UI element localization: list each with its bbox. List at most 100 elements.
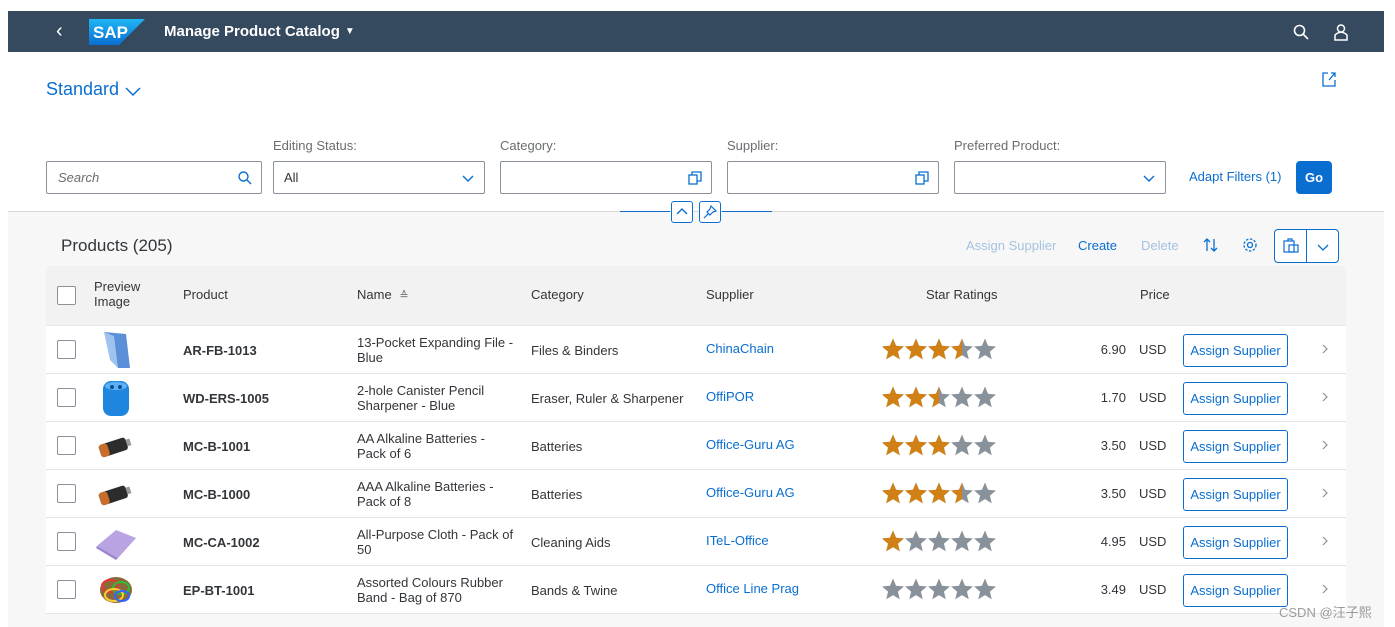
chevron-right-icon[interactable]: [1318, 582, 1332, 596]
variant-label: Standard: [46, 79, 120, 99]
column-name-label: Name: [357, 287, 392, 302]
supplier-label: Supplier:: [727, 138, 779, 153]
export-menu-button[interactable]: [1274, 229, 1339, 263]
chevron-down-icon[interactable]: [1316, 241, 1330, 253]
price-value: 3.49: [1100, 582, 1126, 597]
product-image: [94, 522, 138, 562]
editing-status-select[interactable]: All: [273, 161, 485, 194]
supplier-link[interactable]: OffiPOR: [706, 389, 754, 404]
search-icon[interactable]: [237, 170, 253, 186]
star-icon: [928, 530, 950, 552]
row-checkbox[interactable]: [57, 340, 76, 359]
search-input[interactable]: Search: [46, 161, 262, 194]
row-checkbox[interactable]: [57, 484, 76, 503]
supplier-link[interactable]: Office Line Prag: [706, 581, 799, 596]
price-currency: USD: [1139, 438, 1167, 453]
collapse-header-button[interactable]: [671, 201, 693, 223]
star-rating-cell: [882, 530, 996, 554]
chevron-down-icon: [1143, 175, 1155, 182]
assign-supplier-button[interactable]: Assign Supplier: [1183, 478, 1288, 511]
star-filled-icon: [928, 482, 950, 504]
product-id: EP-BT-1001: [183, 583, 255, 598]
column-preview-image[interactable]: Preview Image: [94, 279, 154, 309]
row-checkbox[interactable]: [57, 580, 76, 599]
go-button[interactable]: Go: [1296, 161, 1332, 194]
back-button[interactable]: ‹: [56, 21, 72, 41]
value-help-icon[interactable]: [914, 170, 930, 186]
assign-supplier-button[interactable]: Assign Supplier: [1183, 334, 1288, 367]
export-icon: [1283, 238, 1299, 253]
star-icon: [974, 434, 996, 456]
collapse-line-left: [620, 211, 670, 212]
table-row[interactable]: WD-ERS-1005 2-hole Canister Pencil Sharpe…: [46, 374, 1346, 422]
sort-icon[interactable]: [1202, 236, 1220, 254]
column-product[interactable]: Product: [183, 287, 228, 302]
product-id: WD-ERS-1005: [183, 391, 269, 406]
adapt-filters-button[interactable]: Adapt Filters (1): [1189, 169, 1281, 184]
delete-button[interactable]: Delete: [1141, 238, 1179, 253]
column-price[interactable]: Price: [1140, 287, 1170, 302]
editing-status-value: All: [284, 170, 299, 185]
star-icon: [905, 530, 927, 552]
supplier-link[interactable]: ITeL-Office: [706, 533, 769, 548]
star-icon: [928, 578, 950, 600]
table-row[interactable]: MC-B-1000 AAA Alkaline Batteries - Pack o…: [46, 470, 1346, 518]
chevron-right-icon[interactable]: [1318, 438, 1332, 452]
assign-supplier-button[interactable]: Assign Supplier: [1183, 526, 1288, 559]
star-icon: [974, 482, 996, 504]
table-row[interactable]: EP-BT-1001 Assorted Colours Rubber Band -…: [46, 566, 1346, 614]
variant-selector[interactable]: Standard: [46, 79, 141, 100]
search-icon[interactable]: [1292, 23, 1310, 41]
table-row[interactable]: MC-CA-1002 All-Purpose Cloth - Pack of 50…: [46, 518, 1346, 566]
search-placeholder: Search: [58, 170, 100, 185]
export-button[interactable]: [1275, 230, 1307, 262]
product-category: Files & Binders: [531, 343, 619, 358]
product-name: Assorted Colours Rubber Band - Bag of 87…: [357, 575, 503, 605]
column-category[interactable]: Category: [531, 287, 584, 302]
assign-supplier-button[interactable]: Assign Supplier: [1183, 430, 1288, 463]
chevron-right-icon[interactable]: [1318, 486, 1332, 500]
row-checkbox[interactable]: [57, 436, 76, 455]
value-help-icon[interactable]: [687, 170, 703, 186]
supplier-link[interactable]: Office-Guru AG: [706, 437, 795, 452]
star-icon: [974, 386, 996, 408]
assign-supplier-button[interactable]: Assign Supplier: [1183, 574, 1288, 607]
star-rating: [882, 434, 996, 456]
price-value: 3.50: [1100, 438, 1126, 453]
create-button[interactable]: Create: [1078, 238, 1117, 253]
supplier-link[interactable]: ChinaChain: [706, 341, 774, 356]
column-name[interactable]: Name ≙: [357, 287, 409, 302]
chevron-right-icon[interactable]: [1318, 534, 1332, 548]
table-row[interactable]: AR-FB-1013 13-Pocket Expanding File - Blu…: [46, 326, 1346, 374]
chevron-right-icon[interactable]: [1318, 342, 1332, 356]
pin-header-button[interactable]: [699, 201, 721, 223]
star-icon: [974, 530, 996, 552]
star-rating-cell: [882, 386, 996, 410]
star-icon: [974, 338, 996, 360]
assign-supplier-toolbar-button[interactable]: Assign Supplier: [966, 238, 1056, 253]
row-checkbox[interactable]: [57, 532, 76, 551]
chevron-right-icon[interactable]: [1318, 390, 1332, 404]
chevron-up-icon: [676, 208, 688, 215]
product-name: 2-hole Canister Pencil Sharpener - Blue: [357, 383, 485, 413]
preferred-product-select[interactable]: [954, 161, 1166, 194]
column-star-ratings[interactable]: Star Ratings: [926, 287, 998, 302]
sap-logo[interactable]: SAP: [89, 19, 145, 45]
supplier-link[interactable]: Office-Guru AG: [706, 485, 795, 500]
assign-supplier-button[interactable]: Assign Supplier: [1183, 382, 1288, 415]
product-image: [94, 378, 138, 418]
gear-icon[interactable]: [1241, 236, 1259, 254]
share-icon[interactable]: [1320, 70, 1338, 88]
row-checkbox[interactable]: [57, 388, 76, 407]
product-category: Batteries: [531, 439, 583, 454]
star-rating: [882, 482, 996, 504]
select-all-checkbox[interactable]: [57, 286, 76, 305]
supplier-input[interactable]: [727, 161, 939, 194]
table-row[interactable]: MC-B-1001 AA Alkaline Batteries - Pack of…: [46, 422, 1346, 470]
star-rating: [882, 386, 996, 408]
user-icon[interactable]: [1332, 23, 1350, 41]
app-title-menu[interactable]: Manage Product Catalog ▼: [164, 23, 355, 40]
pin-icon: [703, 204, 718, 219]
category-input[interactable]: [500, 161, 712, 194]
column-supplier[interactable]: Supplier: [706, 287, 754, 302]
